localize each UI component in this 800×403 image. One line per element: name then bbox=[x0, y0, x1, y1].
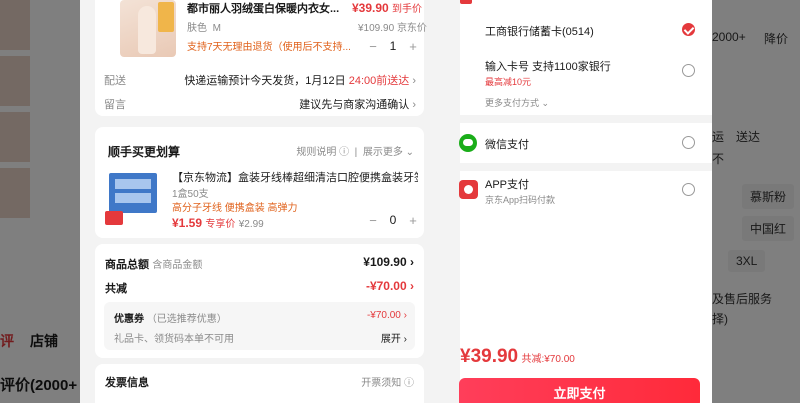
coupon-value[interactable]: -¥70.00 › bbox=[367, 310, 407, 321]
payment-column: 工商银行储蓄卡(0514) 输入卡号 支持1100家银行 最高减10元 更多支付… bbox=[459, 0, 712, 403]
wechat-icon bbox=[459, 134, 477, 152]
wechat-option[interactable]: 微信支付 bbox=[485, 136, 529, 152]
invoice-title: 发票信息 bbox=[105, 377, 149, 389]
discount-value[interactable]: -¥70.00 › bbox=[366, 279, 414, 293]
wechat-radio[interactable] bbox=[682, 136, 695, 149]
app-pay-radio[interactable] bbox=[682, 183, 695, 196]
quantity-value[interactable]: 1 bbox=[381, 39, 405, 53]
invoice-card: 发票信息 开票须知 ⓘ bbox=[95, 364, 424, 403]
summary-card: 商品总额 含商品金额 ¥109.90 › 共减 -¥70.00 › 优惠券 （已… bbox=[95, 244, 424, 358]
remark-info[interactable]: 建议先与商家沟通确认 › bbox=[299, 96, 416, 112]
decrease-button[interactable]: − bbox=[365, 213, 381, 228]
delivery-info[interactable]: 快递运输预计今天发货，1月12日 24:00前送达 › bbox=[184, 72, 416, 88]
info-icon: ⓘ bbox=[404, 378, 414, 389]
bundle-card: 顺手买更划算 规则说明 ⓘ | 展示更多 ⌄ 【京东物流】盒装牙线棒超细清洁口腔… bbox=[95, 127, 424, 238]
info-icon[interactable]: ⓘ bbox=[339, 147, 349, 158]
checkout-panel: 都市丽人羽绒蛋白保暖内衣女... ¥39.90 到手价 肤色 M ¥109.90… bbox=[80, 0, 712, 403]
chevron-right-icon: › bbox=[412, 99, 416, 111]
bundle-item-tags: 高分子牙线 便携盒装 高弹力 bbox=[172, 203, 298, 214]
product-title[interactable]: 都市丽人羽绒蛋白保暖内衣女... bbox=[187, 0, 347, 16]
more-payment-methods[interactable]: 更多支付方式 ⌄ bbox=[485, 96, 549, 109]
chevron-down-icon: ⌄ bbox=[541, 98, 550, 108]
giftcard-note: 礼品卡、领货码本单不可用 bbox=[114, 334, 234, 345]
final-price: ¥39.90 bbox=[460, 346, 519, 367]
remark-label: 留言 bbox=[104, 99, 126, 111]
bundle-quantity-stepper: − 0 + bbox=[365, 211, 421, 229]
bundle-image[interactable] bbox=[105, 167, 161, 225]
product-orig-price: ¥109.90 京东价 bbox=[358, 23, 427, 34]
chevron-right-icon: › bbox=[410, 255, 414, 269]
product-spec: 肤色 M bbox=[187, 23, 221, 34]
card-input-radio[interactable] bbox=[682, 64, 695, 77]
jd-app-icon bbox=[459, 180, 478, 199]
card-promo: 最高减10元 bbox=[485, 77, 532, 87]
app-pay-option[interactable]: APP支付 bbox=[485, 176, 529, 192]
card-input-option[interactable]: 输入卡号 支持1100家银行 bbox=[485, 58, 611, 74]
product-image[interactable] bbox=[120, 0, 176, 57]
return-policy[interactable]: 支持7天无理由退货（使用后不支持... bbox=[187, 38, 351, 53]
chevron-right-icon: › bbox=[403, 334, 407, 345]
product-card: 都市丽人羽绒蛋白保暖内衣女... ¥39.90 到手价 肤色 M ¥109.90… bbox=[95, 0, 427, 116]
rules-link[interactable]: 规则说明 bbox=[296, 147, 336, 158]
discount-label: 共减 bbox=[105, 283, 127, 295]
bank-logo-icon bbox=[460, 0, 472, 4]
delivery-label: 配送 bbox=[104, 75, 126, 87]
pay-now-button[interactable]: 立即支付 bbox=[459, 378, 700, 403]
bank-card-option[interactable]: 工商银行储蓄卡(0514) bbox=[485, 23, 594, 39]
divider bbox=[460, 163, 712, 171]
total-value[interactable]: ¥109.90 › bbox=[363, 255, 414, 269]
bundle-links: 规则说明 ⓘ | 展示更多 ⌄ bbox=[296, 147, 414, 158]
product-quantity-stepper: − 1 + bbox=[365, 37, 421, 55]
chevron-right-icon: › bbox=[403, 310, 407, 321]
final-discount: 共减:¥70.00 bbox=[521, 354, 575, 365]
chevron-right-icon: › bbox=[412, 75, 416, 87]
bundle-item-spec: 1盒50支 bbox=[172, 189, 209, 200]
giftcard-expand[interactable]: 展开 › bbox=[381, 330, 407, 345]
bundle-title: 顺手买更划算 bbox=[108, 145, 181, 159]
invoice-notice[interactable]: 开票须知 ⓘ bbox=[361, 374, 414, 389]
chevron-down-icon: ⌄ bbox=[405, 147, 414, 158]
coupon-box: 优惠券 （已选推荐优惠） -¥70.00 › 礼品卡、领货码本单不可用 展开 › bbox=[104, 302, 415, 350]
bank-card-radio[interactable] bbox=[682, 23, 695, 36]
bundle-item-price: ¥1.59 专享价 ¥2.99 bbox=[172, 216, 264, 230]
increase-button[interactable]: + bbox=[405, 213, 421, 228]
app-pay-sub: 京东App扫码付款 bbox=[485, 195, 556, 205]
divider bbox=[460, 115, 712, 123]
increase-button[interactable]: + bbox=[405, 39, 421, 54]
bundle-item-title[interactable]: 【京东物流】盒装牙线棒超细清洁口腔便携盒装牙签... bbox=[172, 169, 418, 185]
product-price: ¥39.90 到手价 bbox=[352, 1, 423, 15]
chevron-right-icon: › bbox=[410, 279, 414, 293]
quantity-value[interactable]: 0 bbox=[381, 213, 405, 227]
final-price-row: ¥39.90 共减:¥70.00 bbox=[460, 346, 575, 368]
coupon-row[interactable]: 优惠券 （已选推荐优惠） bbox=[114, 310, 227, 325]
total-row: 商品总额 含商品金额 bbox=[105, 259, 203, 271]
show-more-link[interactable]: 展示更多 bbox=[363, 147, 403, 158]
decrease-button[interactable]: − bbox=[365, 39, 381, 54]
